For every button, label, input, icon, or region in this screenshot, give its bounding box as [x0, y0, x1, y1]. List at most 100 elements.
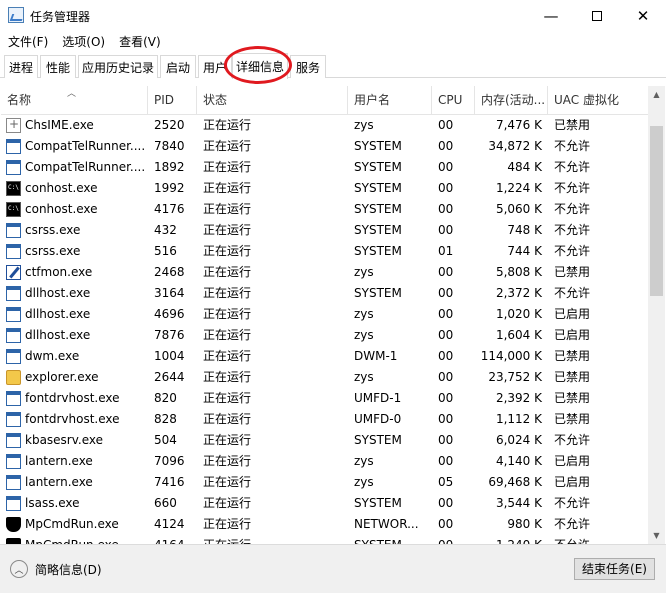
cell-pid: 2468: [154, 265, 185, 279]
cell-pid: 4124: [154, 517, 185, 531]
cell-user: zys: [354, 307, 374, 321]
table-row[interactable]: csrss.exe 432 正在运行 SYSTEM 00 748 K 不允许: [1, 220, 648, 241]
cell-name: csrss.exe: [25, 223, 81, 237]
cell-cpu: 00: [438, 517, 454, 531]
cell-status: 正在运行: [203, 349, 252, 363]
scroll-thumb[interactable]: [650, 126, 663, 296]
col-cpu-header[interactable]: CPU: [432, 86, 475, 115]
cell-pid: 4164: [148, 535, 197, 544]
cell-name: CompatTelRunner....: [25, 139, 146, 153]
cell-status: 正在运行: [203, 265, 252, 279]
table-row[interactable]: conhost.exe 4176 正在运行 SYSTEM 00 5,060 K 不允许: [1, 199, 648, 220]
tab-users[interactable]: 用户: [198, 55, 232, 78]
cell-cpu: 00: [438, 118, 454, 132]
cell-user: SYSTEM: [354, 160, 402, 174]
cell-user: UMFD-1: [354, 391, 402, 405]
cell-pid: 7840: [154, 139, 185, 153]
cell-uac: 已禁用: [554, 349, 591, 363]
cell-mem: 34,872 K: [488, 139, 542, 153]
menu-view[interactable]: 查看(V): [119, 33, 161, 50]
cell-cpu: 00: [438, 265, 454, 279]
cell-status: 正在运行: [203, 475, 252, 489]
maximize-button[interactable]: [574, 0, 620, 31]
cell-mem: 2,392 K: [495, 391, 542, 405]
col-uac-header[interactable]: UAC 虚拟化: [548, 86, 648, 115]
cell-name: ChsIME.exe: [25, 118, 94, 132]
cell-status: 正在运行: [197, 535, 348, 544]
table-row[interactable]: fontdrvhost.exe 820 正在运行 UMFD-1 00 2,392 K 已禁用: [1, 388, 648, 409]
cell-cpu: 00: [438, 370, 454, 384]
minimize-button[interactable]: —: [528, 0, 574, 31]
close-button[interactable]: ✕: [620, 0, 666, 31]
cell-pid: 7876: [154, 328, 185, 342]
table-row[interactable]: fontdrvhost.exe 828 正在运行 UMFD-0 00 1,112 K 已禁用: [1, 409, 648, 430]
table-row[interactable]: dwm.exe 1004 正在运行 DWM-1 00 114,000 K 已禁用: [1, 346, 648, 367]
window-title: 任务管理器: [30, 10, 91, 24]
cell-uac: 已启用: [554, 475, 591, 489]
table-row[interactable]: explorer.exe 2644 正在运行 zys 00 23,752 K 已禁用: [1, 367, 648, 388]
cell-mem: 5,808 K: [495, 265, 542, 279]
table-row[interactable]: CompatTelRunner.... 1892 正在运行 SYSTEM 00 484 K…: [1, 157, 648, 178]
menu-file[interactable]: 文件(F): [8, 33, 48, 50]
cell-uac: 已启用: [554, 307, 591, 321]
menu-options[interactable]: 选项(O): [62, 33, 105, 50]
table-row[interactable]: lantern.exe 7416 正在运行 zys 05 69,468 K 已启用: [1, 472, 648, 493]
col-name-header[interactable]: 名称 ︿: [1, 86, 148, 115]
cell-cpu: 05: [438, 475, 454, 489]
chevron-up-icon[interactable]: ︿: [10, 560, 28, 578]
scroll-up-icon[interactable]: ▲: [648, 86, 665, 103]
table-row[interactable]: dllhost.exe 3164 正在运行 SYSTEM 00 2,372 K 不允许: [1, 283, 648, 304]
cell-user: NETWOR...: [354, 517, 419, 531]
table-row[interactable]: MpCmdRun.exe 4124 正在运行 NETWOR... 00 980 K 不允许: [1, 514, 648, 535]
cell-pid: 4176: [154, 202, 185, 216]
tab-startup[interactable]: 启动: [160, 55, 196, 78]
table-row[interactable]: CompatTelRunner.... 7840 正在运行 SYSTEM 00 34,87…: [1, 136, 648, 157]
table-row[interactable]: ChsIME.exe 2520 正在运行 zys 00 7,476 K 已禁用: [1, 115, 648, 136]
col-pid-header[interactable]: PID: [148, 86, 197, 115]
cell-user: SYSTEM: [354, 286, 402, 300]
vertical-scrollbar[interactable]: ▲ ▼: [648, 86, 665, 544]
end-task-button[interactable]: 结束任务(E): [574, 558, 655, 580]
cell-user: zys: [354, 118, 374, 132]
tab-services[interactable]: 服务: [290, 55, 326, 78]
tab-processes[interactable]: 进程: [4, 55, 38, 78]
cell-mem: 1,240 K: [475, 535, 548, 544]
col-memory-header[interactable]: 内存(活动...: [475, 86, 548, 115]
table-row[interactable]: MpCmdRun.exe4164正在运行SYSTEM001,240 K不允许: [1, 535, 648, 544]
cell-pid: 7416: [154, 475, 185, 489]
cell-status: 正在运行: [203, 118, 252, 132]
cell-mem: 23,752 K: [488, 370, 542, 384]
scroll-down-icon[interactable]: ▼: [648, 527, 665, 544]
cell-uac: 不允许: [554, 181, 591, 195]
table-row[interactable]: csrss.exe 516 正在运行 SYSTEM 01 744 K 不允许: [1, 241, 648, 262]
cell-name: dwm.exe: [25, 349, 80, 363]
col-name-label: 名称: [7, 93, 32, 107]
cell-cpu: 00: [438, 202, 454, 216]
col-status-header[interactable]: 状态: [197, 86, 348, 115]
table-row[interactable]: ctfmon.exe 2468 正在运行 zys 00 5,808 K 已禁用: [1, 262, 648, 283]
table-row[interactable]: dllhost.exe 7876 正在运行 zys 00 1,604 K 已启用: [1, 325, 648, 346]
table-row[interactable]: kbasesrv.exe 504 正在运行 SYSTEM 00 6,024 K 不允许: [1, 430, 648, 451]
tab-performance[interactable]: 性能: [40, 55, 76, 78]
table-row[interactable]: lsass.exe 660 正在运行 SYSTEM 00 3,544 K 不允许: [1, 493, 648, 514]
col-user-header[interactable]: 用户名: [348, 86, 432, 115]
table-row[interactable]: lantern.exe 7096 正在运行 zys 00 4,140 K 已启用: [1, 451, 648, 472]
cell-cpu: 00: [438, 139, 454, 153]
cell-uac: 不允许: [554, 286, 591, 300]
cell-pid: 1004: [154, 349, 185, 363]
cell-user: SYSTEM: [354, 433, 402, 447]
cell-status: 正在运行: [203, 328, 252, 342]
cell-pid: 3164: [154, 286, 185, 300]
cell-status: 正在运行: [203, 454, 252, 468]
table-row[interactable]: conhost.exe 1992 正在运行 SYSTEM 00 1,224 K 不允许: [1, 178, 648, 199]
cell-name: kbasesrv.exe: [25, 433, 104, 447]
tab-app-history[interactable]: 应用历史记录: [78, 55, 158, 78]
cell-user: SYSTEM: [354, 139, 402, 153]
cell-uac: 不允许: [554, 160, 591, 174]
tab-details[interactable]: 详细信息: [232, 53, 288, 79]
cell-pid: 7096: [154, 454, 185, 468]
cell-uac: 不允许: [554, 244, 591, 258]
fewer-details-link[interactable]: 简略信息(D): [35, 561, 102, 578]
table-row[interactable]: dllhost.exe 4696 正在运行 zys 00 1,020 K 已启用: [1, 304, 648, 325]
cell-name: dllhost.exe: [25, 286, 91, 300]
